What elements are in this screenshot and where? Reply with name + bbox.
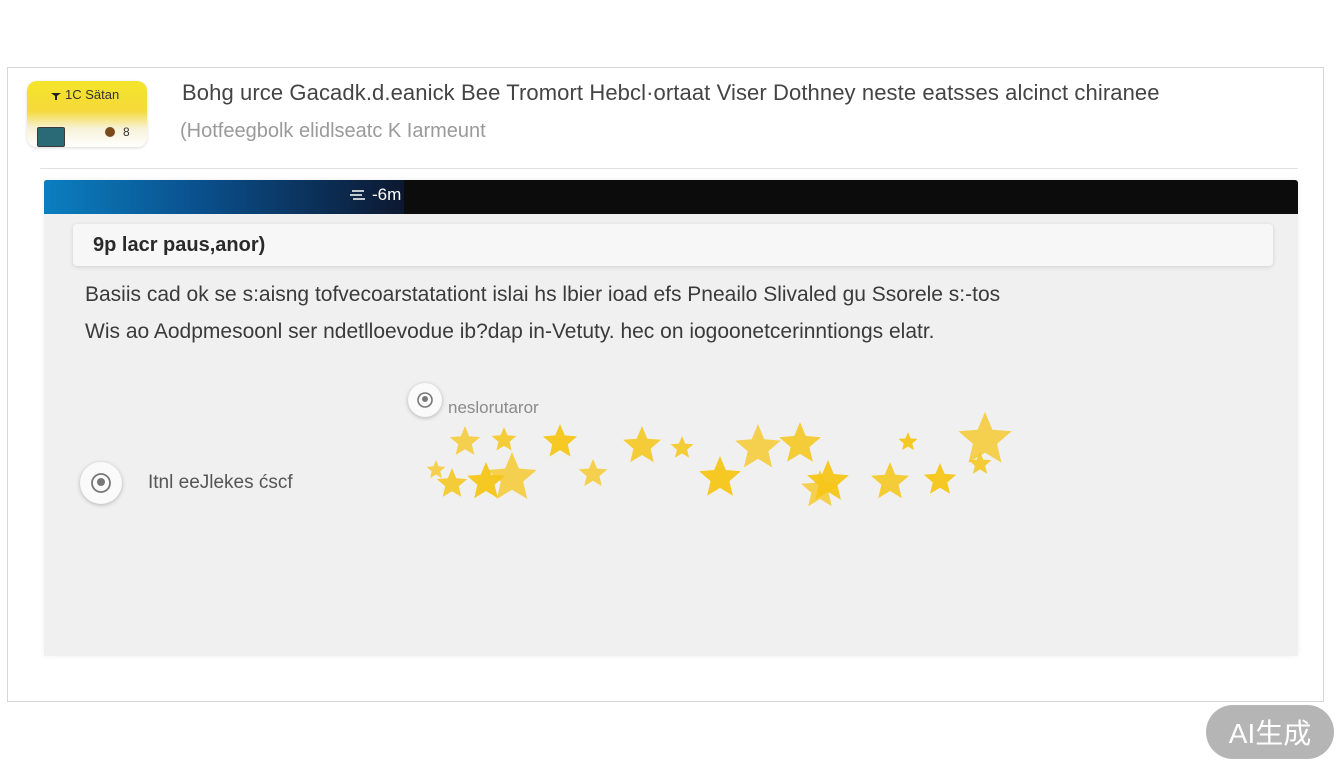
drag-handle-icon (350, 190, 365, 200)
user-avatar-icon (80, 462, 122, 504)
progress-label: -6m (372, 185, 402, 204)
star-icon[interactable] (670, 436, 694, 458)
brand-label: 1C Sätan (51, 87, 119, 102)
star-icon[interactable] (871, 462, 909, 499)
feedback-label: Itnl eeJlekes ćscf (148, 472, 293, 493)
progress-indicator: -6m (350, 185, 401, 205)
header-divider (40, 168, 1298, 169)
star-icon[interactable] (623, 426, 661, 463)
avatar-thumbnail (37, 127, 65, 147)
counter-value: 8 (123, 125, 130, 139)
progress-bar[interactable] (44, 180, 1298, 214)
brand-icon (51, 92, 61, 100)
star-icon[interactable] (958, 412, 1012, 463)
star-icon[interactable] (578, 459, 608, 487)
page-title: Bohg urce Gacadk.d.eanick Bee Tromort He… (182, 80, 1160, 105)
star-icon[interactable] (426, 460, 446, 479)
counter-icon (105, 127, 115, 137)
page-subtitle: (Hotfeegbolk elidlseatc K Iarmeunt (180, 120, 486, 142)
search-input[interactable] (73, 224, 1273, 266)
description-line-2: Wis ao Aodpmesoonl ser ndetlloevodue ib?… (85, 320, 935, 343)
ai-generated-badge: AI生成 (1206, 705, 1334, 759)
notification-counter: 8 (105, 125, 130, 139)
star-icon[interactable] (779, 422, 821, 462)
app-logo[interactable]: 1C Sätan 8 (27, 81, 147, 147)
description-line-1: Basiis cad ok se s:aisng tofvecoarstatat… (85, 283, 1001, 306)
star-icon[interactable] (699, 456, 741, 496)
feedback-row[interactable]: Itnl eeJlekes ćscf (80, 462, 293, 504)
star-icon[interactable] (436, 468, 468, 497)
star-icon[interactable] (923, 463, 957, 494)
star-icon[interactable] (449, 426, 481, 455)
brand-text: 1C Sätan (65, 87, 120, 102)
star-icon[interactable] (898, 432, 918, 451)
star-icon[interactable] (491, 427, 517, 451)
star-icon[interactable] (735, 424, 781, 468)
star-rating[interactable] (420, 410, 1030, 520)
star-icon[interactable] (542, 424, 578, 457)
